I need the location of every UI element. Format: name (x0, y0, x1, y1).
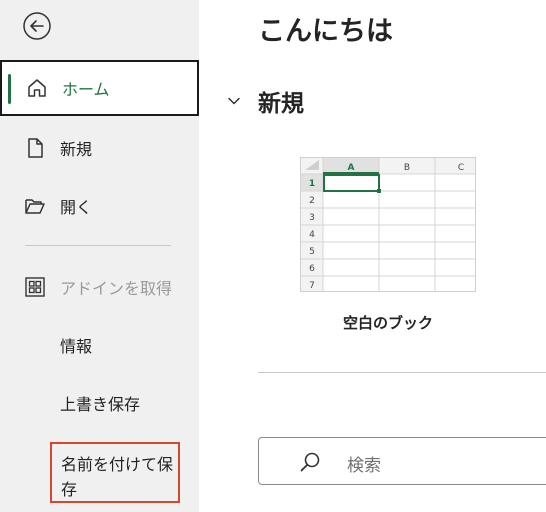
row-header-4: 4 (309, 230, 315, 240)
sidebar-item-label: 新規 (60, 140, 93, 159)
section-divider (258, 372, 546, 373)
back-button[interactable] (22, 11, 52, 41)
chevron-down-icon (228, 97, 240, 105)
sidebar-item-home[interactable]: ホーム (0, 60, 199, 116)
sidebar-item-label: 上書き保存 (60, 395, 141, 414)
column-header-c: C (458, 163, 464, 173)
blank-workbook-template[interactable]: A B C 1 2 3 4 5 6 7 (300, 157, 476, 292)
row-header-6: 6 (309, 264, 315, 274)
column-header-a: A (348, 163, 355, 173)
search-box[interactable]: 検索 (258, 437, 546, 485)
back-arrow-icon (23, 12, 51, 40)
blank-workbook-thumbnail: A B C 1 2 3 4 5 6 7 (301, 158, 475, 291)
selected-indicator (8, 74, 11, 104)
sidebar-item-new[interactable]: 新規 (0, 120, 199, 176)
row-header-1: 1 (309, 179, 315, 189)
row-header-2: 2 (309, 196, 315, 206)
sidebar-item-save[interactable]: 上書き保存 (0, 375, 199, 431)
sidebar-item-label: 情報 (60, 337, 93, 356)
sidebar-item-save-as[interactable]: 名前を付けて保存 (50, 442, 180, 503)
sidebar-item-label: アドインを取得 (60, 279, 173, 298)
sidebar-item-label: ホーム (62, 80, 110, 99)
home-icon (28, 79, 46, 97)
search-placeholder: 検索 (347, 456, 381, 476)
template-label[interactable]: 空白のブック (300, 312, 476, 333)
add-ins-icon (25, 277, 45, 297)
backstage-sidebar: ホーム 新規 開く アドインを取得 情報 上書き保存 名前を付けて保存 (0, 0, 199, 512)
column-header-b: B (404, 163, 410, 173)
sidebar-item-get-add-ins[interactable]: アドインを取得 (0, 259, 199, 315)
row-header-3: 3 (309, 213, 315, 223)
row-header-5: 5 (309, 247, 315, 257)
new-document-icon (28, 138, 43, 158)
sidebar-item-open[interactable]: 開く (0, 178, 199, 234)
row-header-7: 7 (309, 281, 315, 291)
search-icon (300, 452, 320, 472)
sidebar-divider (25, 245, 171, 246)
page-title: こんにちは (258, 16, 393, 47)
open-folder-icon (25, 199, 45, 214)
section-heading: 新規 (258, 91, 304, 117)
sidebar-item-info[interactable]: 情報 (0, 317, 199, 373)
new-section-toggle[interactable]: 新規 (226, 84, 304, 118)
sidebar-item-label: 開く (60, 198, 93, 217)
sidebar-item-label: 名前を付けて保存 (61, 455, 174, 499)
